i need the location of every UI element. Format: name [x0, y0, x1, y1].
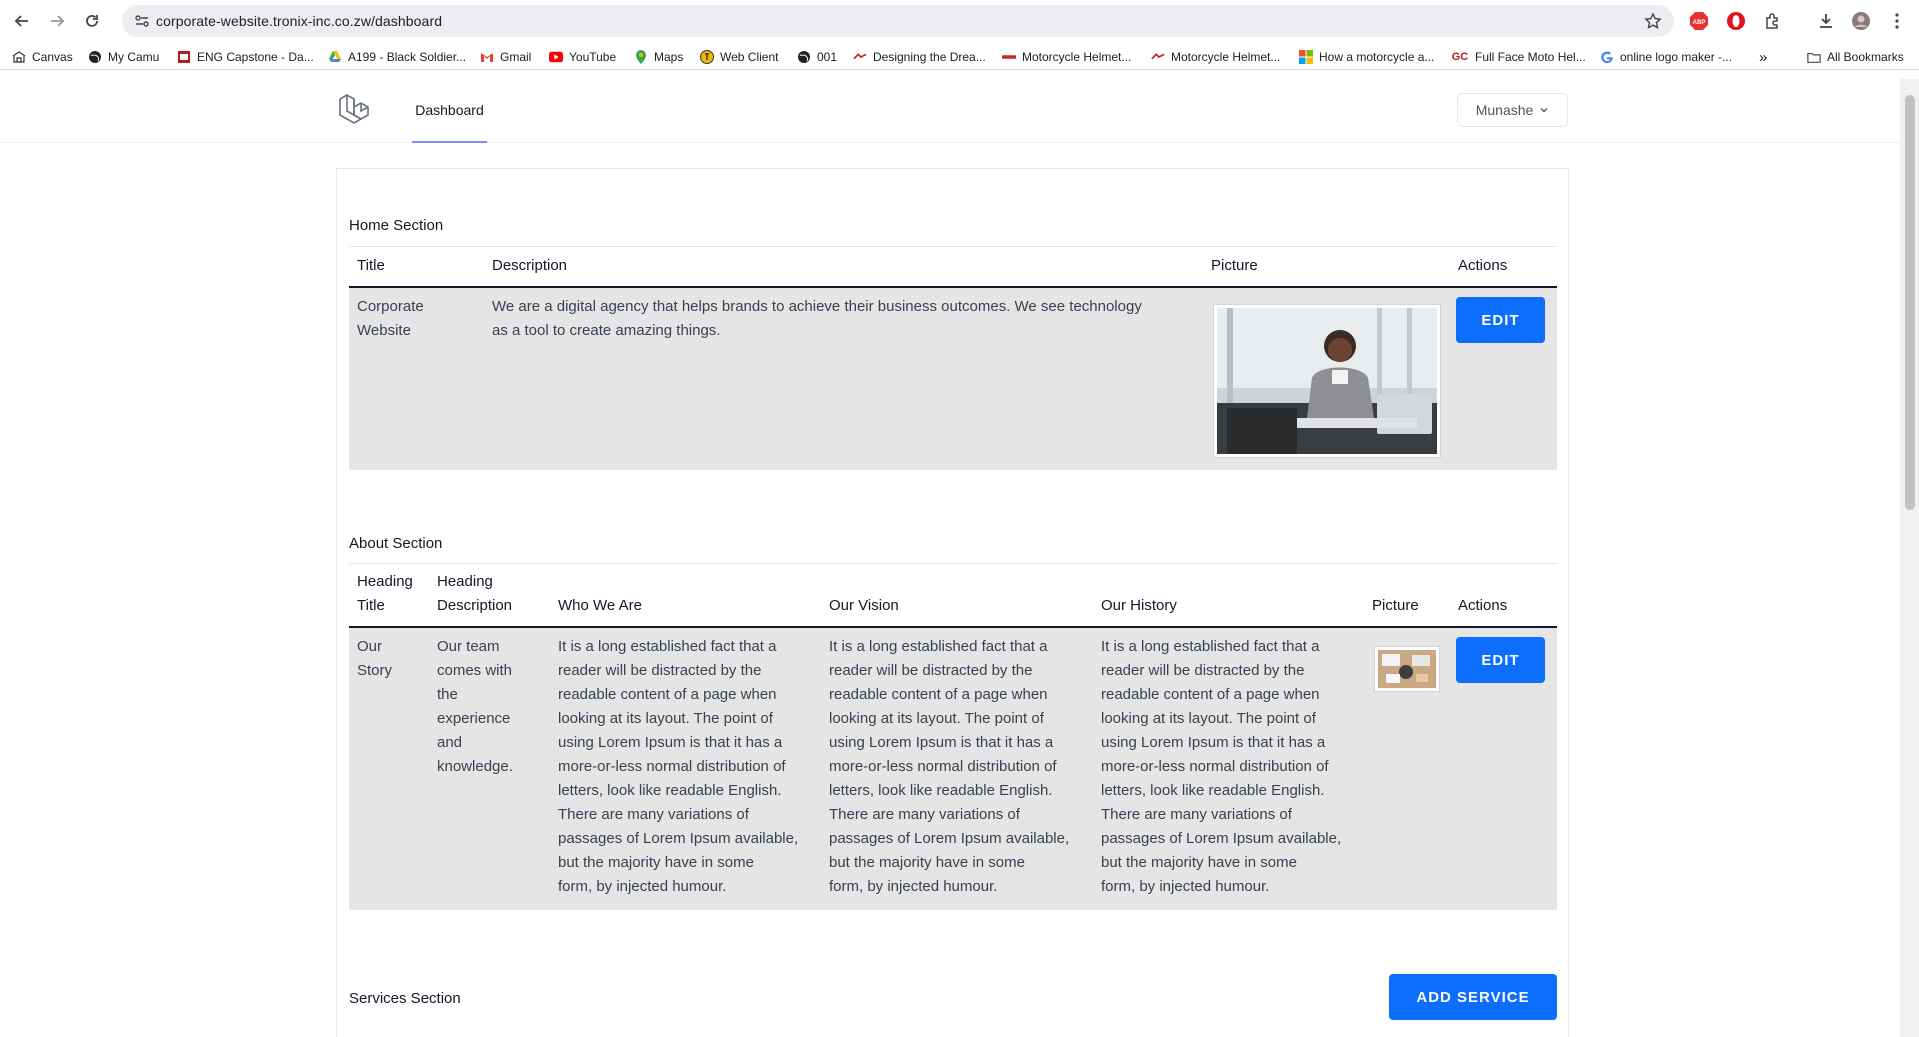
home-edit-button[interactable]: EDIT: [1456, 297, 1545, 343]
office-woman-photo: [1217, 308, 1437, 454]
forward-icon[interactable]: [45, 9, 69, 33]
browser-toolbar: corporate-website.tronix-inc.co.zw/dashb…: [0, 0, 1919, 42]
bookmark-001[interactable]: 001: [797, 48, 837, 66]
scrollbar-thumb[interactable]: [1905, 95, 1915, 510]
canvas-icon: [12, 50, 26, 64]
col-actions: Actions: [1458, 597, 1508, 614]
nav-dashboard-link[interactable]: Dashboard: [412, 79, 487, 143]
gmail-icon: [480, 50, 494, 64]
site-icon: [1002, 50, 1016, 64]
col-picture: Picture: [1211, 257, 1258, 274]
globe-icon: [88, 50, 102, 64]
about-our-vision-cell: It is a long established fact that a rea…: [829, 638, 1070, 895]
opera-icon[interactable]: [1725, 10, 1747, 32]
col-heading-title: Heading Title: [357, 573, 413, 614]
chevron-down-icon: [1540, 108, 1548, 113]
site-info-icon[interactable]: [134, 13, 150, 34]
about-section-title: About Section: [349, 535, 443, 552]
capstone-icon: [177, 50, 191, 64]
user-menu-button[interactable]: Munashe: [1457, 93, 1568, 127]
about-edit-button[interactable]: EDIT: [1456, 637, 1545, 683]
bookmark-full-face[interactable]: GC Full Face Moto Hel...: [1451, 48, 1586, 66]
divider: [349, 246, 1557, 247]
col-description: Description: [492, 257, 568, 274]
more-bookmarks-button[interactable]: »: [1759, 48, 1767, 66]
site-icon: [1151, 50, 1165, 64]
bookmark-canvas[interactable]: Canvas: [12, 48, 73, 66]
svg-text:ABP: ABP: [1693, 20, 1706, 26]
adblock-icon[interactable]: ABP: [1688, 10, 1710, 32]
bookmark-motorcycle-helmet-1[interactable]: Motorcycle Helmet...: [1002, 48, 1131, 66]
col-title: Title: [357, 257, 385, 274]
app-navbar: Dashboard Munashe: [0, 79, 1900, 143]
bookmark-designing[interactable]: Designing the Drea...: [853, 48, 986, 66]
col-picture: Picture: [1372, 597, 1419, 614]
bookmark-online-logo[interactable]: online logo maker -...: [1600, 48, 1732, 66]
bookmarks-bar: Canvas My Camu ENG Capstone - Da... A199…: [0, 44, 1919, 70]
bookmark-star-icon[interactable]: [1644, 12, 1662, 35]
home-section-title: Home Section: [349, 217, 444, 234]
profile-avatar-icon[interactable]: [1850, 10, 1872, 32]
bookmark-maps[interactable]: Maps: [634, 48, 683, 66]
bookmark-web-client[interactable]: Web Client: [700, 48, 778, 66]
bookmark-how-a-motorcycle[interactable]: How a motorcycle a...: [1299, 48, 1434, 66]
divider: [349, 563, 1557, 564]
globe-icon: [797, 50, 811, 64]
youtube-icon: [549, 50, 563, 64]
col-our-vision: Our Vision: [829, 597, 899, 614]
maps-icon: [634, 50, 648, 64]
add-service-button[interactable]: ADD SERVICE: [1389, 974, 1557, 1020]
about-heading-description-cell: Our team comes with the experience and k…: [437, 638, 513, 775]
laravel-logo-icon[interactable]: [338, 93, 372, 134]
col-heading-description: Heading Description: [437, 573, 513, 614]
home-picture: [1213, 304, 1441, 458]
url-text: corporate-website.tronix-inc.co.zw/dashb…: [156, 13, 443, 29]
content-card: Home Section Title Description Picture A…: [336, 168, 1569, 1037]
services-section-title: Services Section: [349, 990, 461, 1007]
back-icon[interactable]: [10, 9, 34, 33]
about-picture: [1374, 646, 1440, 692]
webclient-icon: [700, 50, 714, 64]
user-name: Munashe: [1475, 102, 1534, 118]
bookmark-youtube[interactable]: YouTube: [549, 48, 616, 66]
google-icon: [1600, 50, 1614, 64]
home-title-cell: Corporate Website: [357, 298, 424, 339]
bookmark-gmail[interactable]: Gmail: [480, 48, 531, 66]
address-bar[interactable]: corporate-website.tronix-inc.co.zw/dashb…: [122, 5, 1674, 37]
about-heading-title-cell: Our Story: [357, 638, 393, 679]
reload-icon[interactable]: [80, 9, 104, 33]
about-who-we-are-cell: It is a long established fact that a rea…: [558, 638, 799, 895]
download-icon[interactable]: [1815, 10, 1837, 32]
home-description-cell: We are a digital agency that helps brand…: [492, 298, 1142, 339]
col-actions: Actions: [1458, 257, 1508, 274]
col-our-history: Our History: [1101, 597, 1177, 614]
extensions-icon[interactable]: [1762, 10, 1784, 32]
about-our-history-cell: It is a long established fact that a rea…: [1101, 638, 1342, 895]
drive-icon: [328, 50, 342, 64]
all-bookmarks-button[interactable]: All Bookmarks: [1807, 48, 1904, 66]
bookmark-a199[interactable]: A199 - Black Soldier...: [328, 48, 466, 66]
gc-icon: GC: [1451, 51, 1469, 63]
col-who-we-are: Who We Are: [558, 597, 642, 614]
microsoft-icon: [1299, 50, 1313, 64]
site-icon: [853, 50, 867, 64]
folder-icon: [1807, 50, 1821, 64]
browser-menu-icon[interactable]: [1886, 10, 1908, 32]
bookmark-eng-capstone[interactable]: ENG Capstone - Da...: [177, 48, 314, 66]
bookmark-my-camu[interactable]: My Camu: [88, 48, 159, 66]
team-desk-photo: [1378, 650, 1436, 688]
bookmark-motorcycle-helmet-2[interactable]: Motorcycle Helmet...: [1151, 48, 1280, 66]
